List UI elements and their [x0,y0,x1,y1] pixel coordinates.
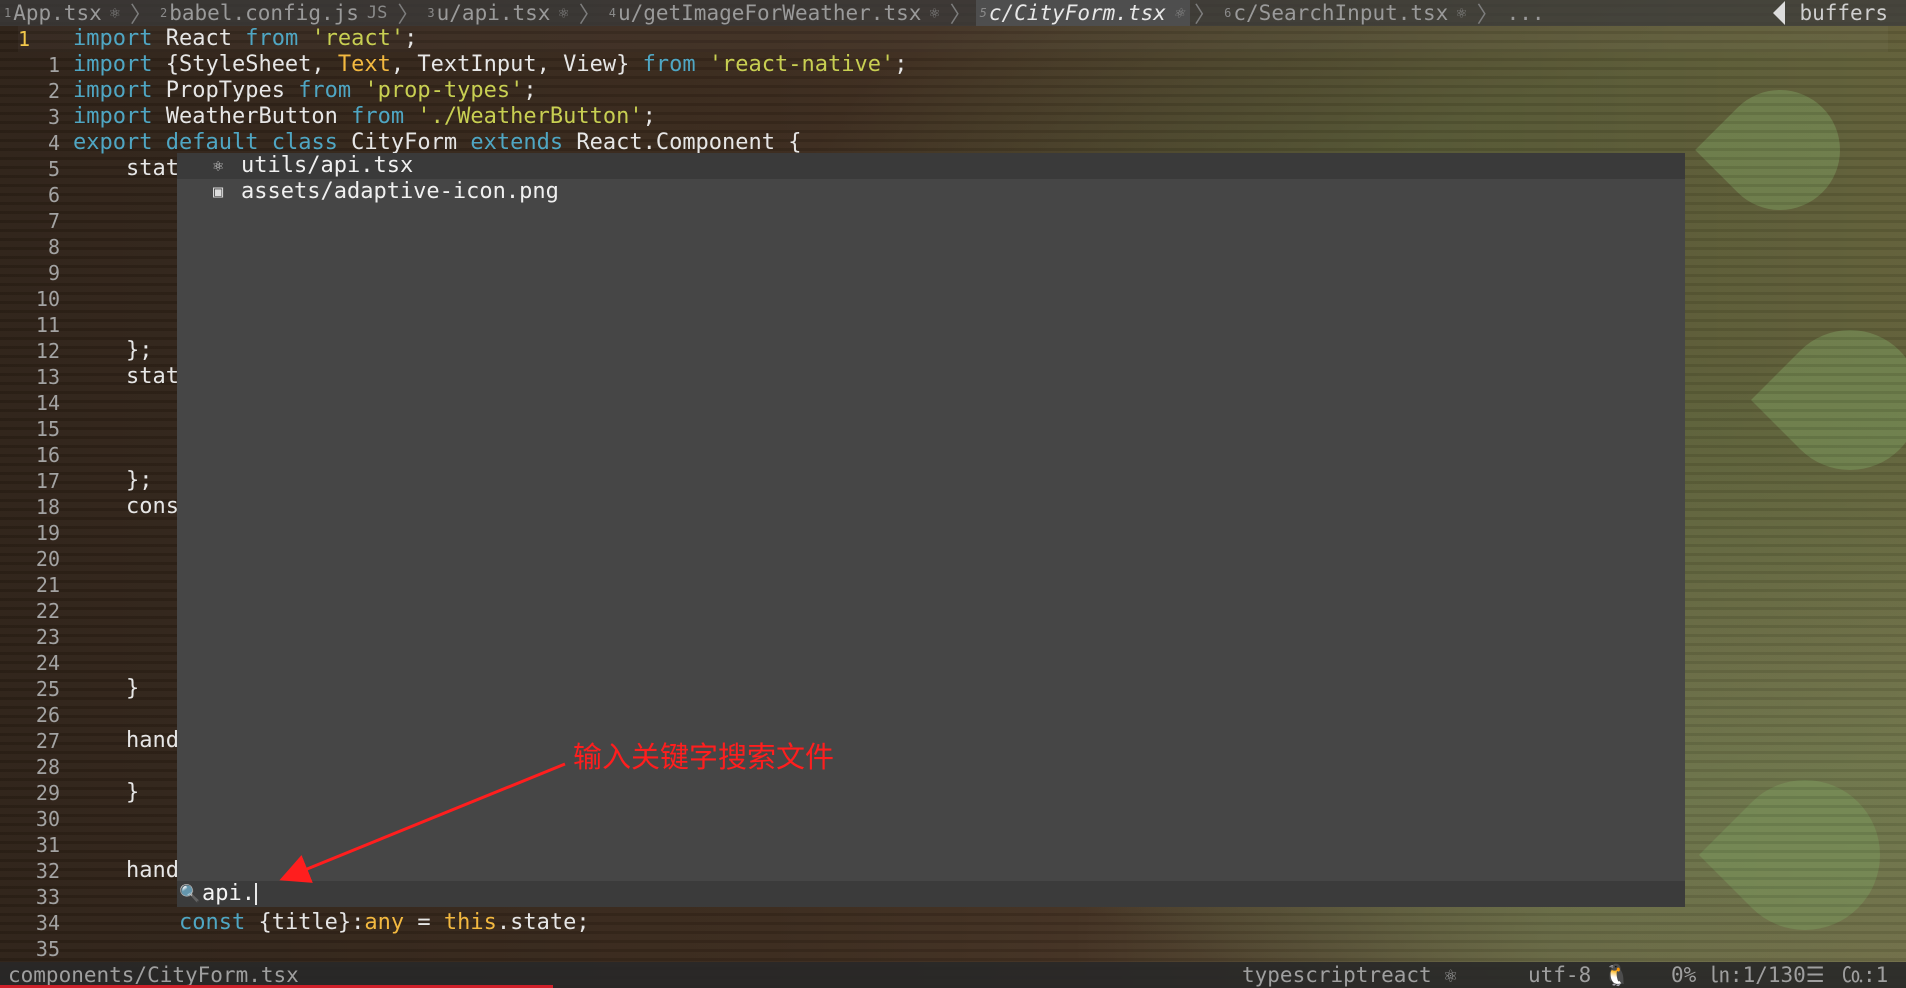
annotation-arrow [279,762,566,883]
statusline: components/CityForm.tsx typescriptreact … [0,962,1906,988]
status-encoding: utf-8 🐧 [1528,963,1631,987]
annotation-text: 输入关键字搜索文件 [573,740,835,774]
linux-icon: 🐧 [1603,963,1631,987]
status-position: 0% ㏑:1/130☰ [1671,963,1825,987]
status-filetype: typescriptreact ⚛ [1242,963,1457,987]
status-column: ㏇:1 [1842,963,1889,987]
